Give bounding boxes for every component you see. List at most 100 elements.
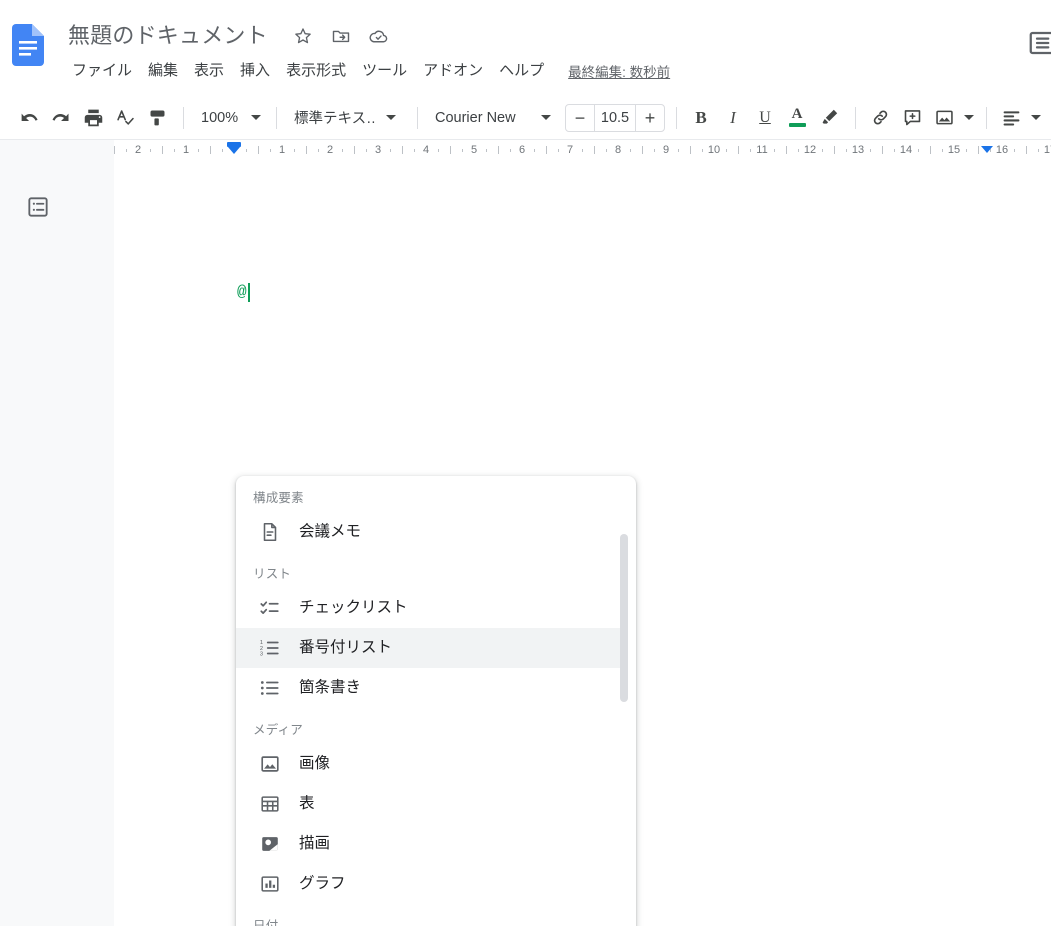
ruler-minor-tick <box>630 149 631 152</box>
ruler-major-tick <box>162 146 163 154</box>
document-title[interactable]: 無題のドキュメント <box>66 20 270 52</box>
ruler-major-tick <box>546 146 547 154</box>
ruler-number: 17 <box>1043 144 1051 156</box>
dropdown-item-numbered-list[interactable]: 1 2 3 番号付リスト <box>236 628 621 668</box>
cloud-saved-icon[interactable] <box>368 25 390 47</box>
dropdown-item-table[interactable]: 表 <box>236 784 621 824</box>
spellcheck-icon[interactable] <box>110 103 140 133</box>
ruler-minor-tick <box>414 149 415 152</box>
menu-item-format[interactable]: 表示形式 <box>278 58 354 84</box>
dropdown-item-label: グラフ <box>299 875 346 892</box>
menu-item-insert[interactable]: 挿入 <box>232 58 278 84</box>
move-to-folder-icon[interactable] <box>330 25 352 47</box>
toolbar-divider-6 <box>986 106 987 129</box>
ruler-number: 2 <box>326 144 334 156</box>
link-icon[interactable] <box>865 103 895 133</box>
last-edit-status[interactable]: 最終編集: 数秒前 <box>566 58 672 84</box>
underline-button[interactable]: U <box>750 103 780 133</box>
dropdown-item-image[interactable]: 画像 <box>236 744 621 784</box>
ruler-minor-tick <box>462 149 463 152</box>
left-indent-marker[interactable] <box>227 142 241 156</box>
ruler-number: 15 <box>947 144 961 156</box>
ruler-minor-tick <box>198 149 199 152</box>
dropdown-list[interactable]: 構成要素 会議メモ リスト チェックリスト 1 2 3 番号付リスト 箇条書き メディア 画像表描画… <box>236 476 636 926</box>
dropdown-item-label: 描画 <box>299 835 331 852</box>
highlight-icon[interactable] <box>814 103 844 133</box>
document-body-text[interactable]: @ <box>237 282 250 302</box>
ruler-minor-tick <box>918 149 919 152</box>
ruler-minor-tick <box>246 149 247 152</box>
workspace: @ 構成要素 会議メモ リスト チェックリスト 1 2 3 番号付リスト 箇条書き メディア 画像表… <box>0 160 1051 926</box>
font-size-decrease-button[interactable]: − <box>566 105 594 131</box>
left-indent-triangle <box>228 147 240 154</box>
ruler-number: 1 <box>182 144 190 156</box>
text-color-letter: A <box>791 106 803 122</box>
document-outline-icon-header[interactable] <box>1027 28 1051 58</box>
image-options-chevron-down-icon[interactable] <box>961 115 977 120</box>
zoom-level-select[interactable]: 100% <box>193 103 267 133</box>
comment-icon[interactable] <box>897 103 927 133</box>
outline-rail <box>0 160 114 926</box>
menu-item-tools[interactable]: ツール <box>354 58 415 84</box>
ruler-number: 14 <box>899 144 913 156</box>
italic-button[interactable]: I <box>718 103 748 133</box>
font-family-select[interactable]: Courier New <box>427 103 563 133</box>
ruler[interactable]: 211234567891011121314151617 <box>0 140 1051 160</box>
google-docs-logo-icon[interactable] <box>12 24 44 66</box>
image-icon <box>258 752 282 776</box>
dropdown-item-drawing[interactable]: 描画 <box>236 824 621 864</box>
undo-icon[interactable] <box>14 103 44 133</box>
meeting-notes-icon <box>258 520 282 544</box>
google-docs-window: 無題のドキュメント ファイル 編集 表示 挿入 表示形式 ツール アドオン ヘル… <box>0 0 1051 926</box>
dropdown-item-chart[interactable]: グラフ <box>236 864 621 904</box>
chart-icon <box>258 872 282 896</box>
toolbar-divider-3 <box>417 106 418 129</box>
print-icon[interactable] <box>78 103 108 133</box>
menu-item-addons[interactable]: アドオン <box>415 58 491 84</box>
chevron-down-icon <box>1031 115 1041 120</box>
ruler-minor-tick <box>486 149 487 152</box>
numbered-list-icon: 123 <box>258 636 282 660</box>
font-size-increase-button[interactable]: + <box>636 105 664 131</box>
align-options-chevron-down-icon[interactable] <box>1028 115 1044 120</box>
dropdown-item-label: 表 <box>299 795 315 812</box>
chevron-down-icon <box>386 115 396 120</box>
paragraph-style-select[interactable]: 標準テキス… <box>286 103 408 133</box>
ruler-major-tick <box>354 146 355 154</box>
ruler-number: 12 <box>803 144 817 156</box>
menu-item-help[interactable]: ヘルプ <box>491 58 552 84</box>
align-left-icon[interactable] <box>996 103 1026 133</box>
image-icon[interactable] <box>929 103 959 133</box>
dropdown-item-checklist[interactable]: チェックリスト <box>236 588 621 628</box>
paint-format-icon[interactable] <box>142 103 172 133</box>
right-indent-marker[interactable] <box>980 146 994 160</box>
redo-icon[interactable] <box>46 103 76 133</box>
menu-bar: ファイル 編集 表示 挿入 表示形式 ツール アドオン ヘルプ 最終編集: 数秒… <box>64 58 672 84</box>
dropdown-scrollbar-thumb[interactable] <box>620 534 628 702</box>
dropdown-item-meeting-notes[interactable]: 会議メモ <box>236 512 621 552</box>
ruler-number: 5 <box>470 144 478 156</box>
ruler-minor-tick <box>822 149 823 152</box>
bold-button[interactable]: B <box>686 103 716 133</box>
typed-at-character: @ <box>237 283 247 301</box>
menu-item-file[interactable]: ファイル <box>64 58 140 84</box>
dropdown-item-bulleted-list[interactable]: 箇条書き <box>236 668 621 708</box>
at-mention-dropdown[interactable]: 構成要素 会議メモ リスト チェックリスト 1 2 3 番号付リスト 箇条書き メディア 画像表描画… <box>236 476 636 926</box>
formatting-toolbar: 100% 標準テキス… Courier New − 10.5 + B I U A <box>0 96 1051 140</box>
ruler-minor-tick <box>702 149 703 152</box>
ruler-minor-tick <box>966 149 967 152</box>
ruler-major-tick <box>978 146 979 154</box>
menu-item-view[interactable]: 表示 <box>186 58 232 84</box>
star-icon[interactable] <box>292 25 314 47</box>
ruler-number: 13 <box>851 144 865 156</box>
ruler-number: 1 <box>278 144 286 156</box>
ruler-major-tick <box>210 146 211 154</box>
document-outline-icon[interactable] <box>24 193 52 221</box>
text-color-button[interactable]: A <box>782 103 812 133</box>
menu-item-edit[interactable]: 編集 <box>140 58 186 84</box>
font-size-value[interactable]: 10.5 <box>594 104 636 131</box>
ruler-minor-tick <box>510 149 511 152</box>
ruler-minor-tick <box>582 149 583 152</box>
ruler-minor-tick <box>678 149 679 152</box>
ruler-major-tick <box>642 146 643 154</box>
